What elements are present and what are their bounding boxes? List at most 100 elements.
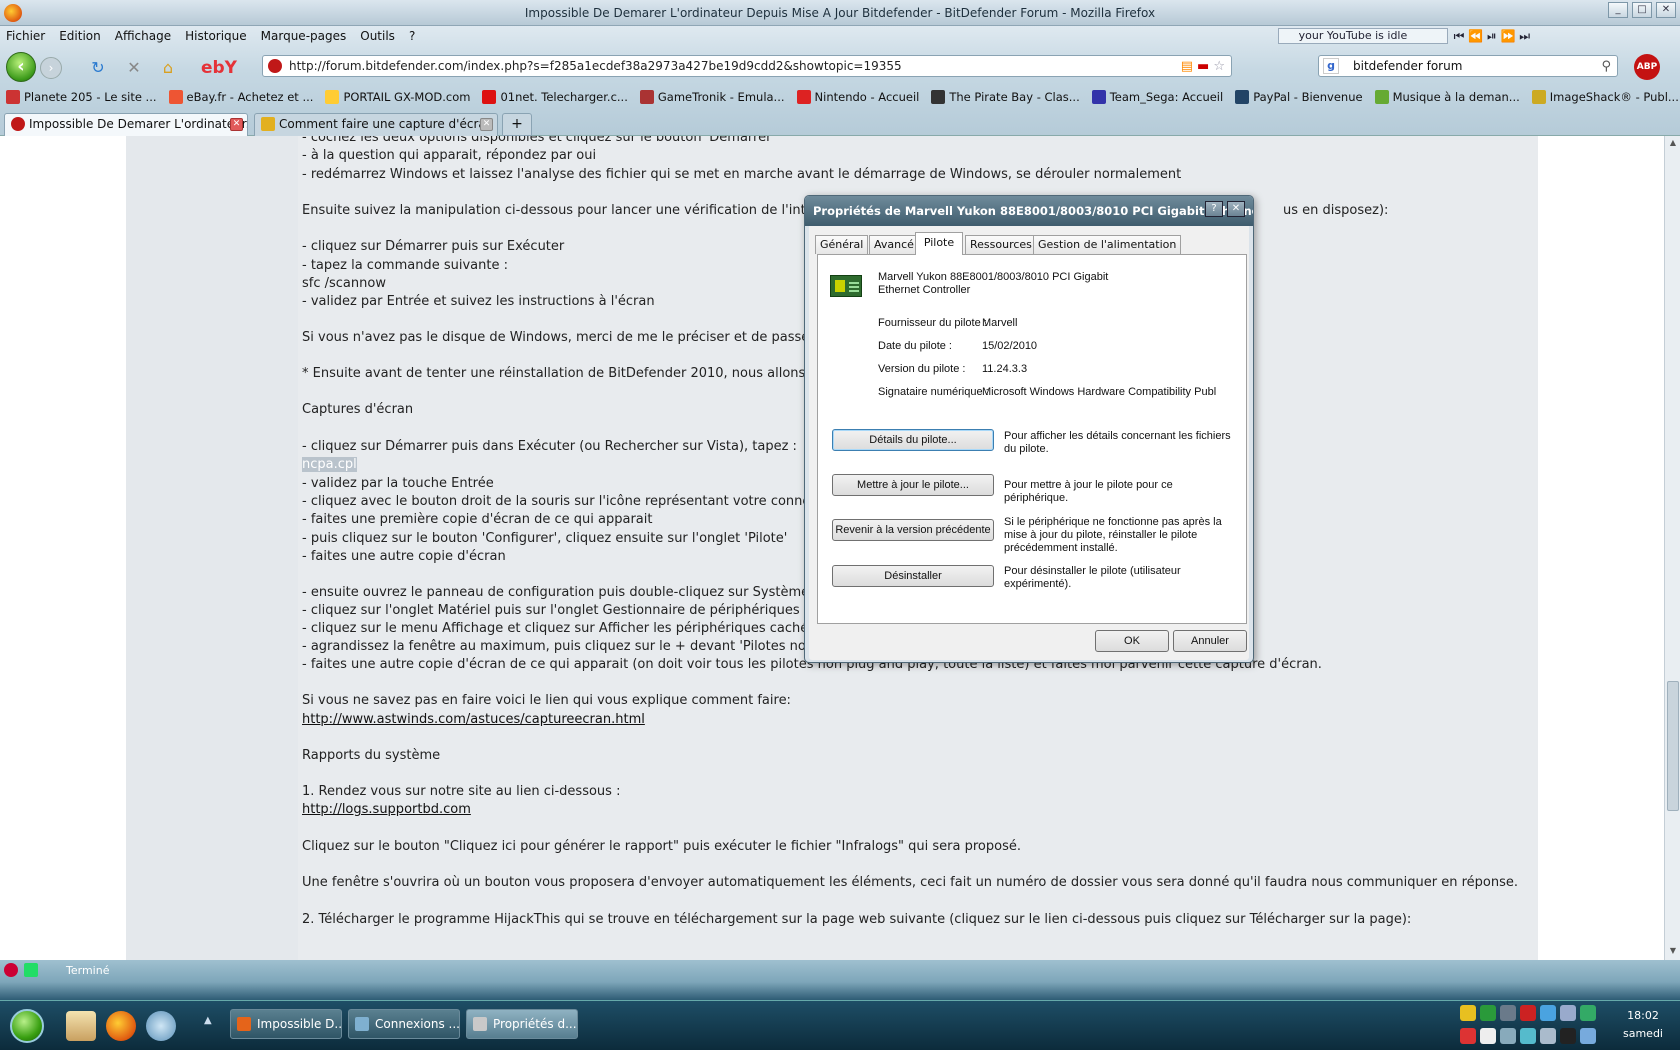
scroll-down-icon[interactable]: ▼ bbox=[1667, 946, 1679, 958]
tray-icon[interactable] bbox=[1560, 1005, 1576, 1021]
menu-marque-pages[interactable]: Marque-pages bbox=[261, 26, 347, 46]
network-card-icon bbox=[830, 275, 862, 297]
back-button[interactable]: ‹ bbox=[6, 52, 36, 82]
label-date: Date du pilote : bbox=[878, 340, 952, 352]
youtube-status[interactable]: your YouTube is idle bbox=[1277, 28, 1448, 44]
status-bar: Terminé bbox=[0, 960, 1680, 982]
tab-forum[interactable]: Impossible De Demarer L'ordinateur... ✕ bbox=[4, 113, 248, 136]
tray-icon[interactable] bbox=[1520, 1027, 1536, 1044]
home-icon[interactable]: ⌂ bbox=[158, 58, 178, 78]
vertical-scrollbar[interactable]: ▲ ▼ bbox=[1664, 136, 1680, 960]
taskbar-button[interactable]: Connexions ... bbox=[348, 1009, 460, 1039]
scroll-thumb[interactable] bbox=[1667, 681, 1679, 811]
dialog-titlebar: Propriétés de Marvell Yukon 88E8001/8003… bbox=[805, 196, 1253, 226]
tray-icon[interactable] bbox=[1480, 1005, 1496, 1021]
bookmark-favicon bbox=[1091, 90, 1106, 104]
capture-link[interactable]: http://www.astwinds.com/astuces/capturee… bbox=[302, 712, 645, 727]
minimize-button[interactable]: _ bbox=[1608, 2, 1628, 18]
search-bar[interactable]: g bitdefender forum ⚲ bbox=[1318, 55, 1618, 77]
menu-outils[interactable]: Outils bbox=[360, 26, 395, 46]
bookmark-item[interactable]: ImageShack® - Publ... bbox=[1526, 90, 1680, 104]
tray-icon[interactable] bbox=[1540, 1005, 1556, 1021]
tray-icon[interactable] bbox=[1580, 1005, 1596, 1021]
label-version: Version du pilote : bbox=[878, 363, 966, 375]
adblock-icon[interactable]: ABP bbox=[1634, 54, 1660, 80]
system-tray bbox=[1460, 1005, 1600, 1047]
google-icon[interactable]: g bbox=[1323, 58, 1339, 74]
bookmark-item[interactable]: Nintendo - Accueil bbox=[791, 90, 926, 104]
tray-icon[interactable] bbox=[1560, 1027, 1576, 1044]
tray-icon[interactable] bbox=[1480, 1027, 1496, 1044]
close-tab-icon[interactable]: ✕ bbox=[480, 118, 493, 131]
post-line: - tapez la commande suivante : bbox=[302, 258, 508, 273]
stop-icon[interactable]: ✕ bbox=[124, 58, 144, 78]
media-quicklaunch-icon[interactable] bbox=[146, 1011, 176, 1041]
bookmark-item[interactable]: eBay.fr - Achetez et ... bbox=[163, 90, 320, 104]
bookmark-favicon bbox=[931, 90, 946, 104]
bookmark-label: PORTAIL GX-MOD.com bbox=[343, 90, 471, 104]
tab-ressources[interactable]: Ressources bbox=[965, 235, 1037, 254]
start-button[interactable] bbox=[10, 1009, 44, 1043]
device-name-line2: Ethernet Controller bbox=[878, 284, 971, 296]
tab-capture[interactable]: Comment faire une capture d'écran -... ✕ bbox=[254, 113, 498, 136]
bookmark-item[interactable]: PayPal - Bienvenue bbox=[1229, 90, 1368, 104]
tab-general[interactable]: Général bbox=[815, 235, 869, 254]
close-window-button[interactable]: ✕ bbox=[1656, 2, 1676, 18]
menu-affichage[interactable]: Affichage bbox=[115, 26, 171, 46]
search-icon[interactable]: ⚲ bbox=[1601, 57, 1611, 77]
clock[interactable]: 18:02 samedi bbox=[1612, 1007, 1674, 1043]
ok-button[interactable]: OK bbox=[1095, 630, 1169, 652]
tray-icon[interactable] bbox=[1580, 1027, 1596, 1044]
tab-avance[interactable]: Avancé bbox=[869, 235, 919, 254]
menu-historique[interactable]: Historique bbox=[185, 26, 247, 46]
scroll-up-icon[interactable]: ▲ bbox=[1667, 138, 1679, 150]
post-line: - validez par la touche Entrée bbox=[302, 476, 494, 491]
logs-link[interactable]: http://logs.supportbd.com bbox=[302, 802, 471, 817]
uninstall-driver-button[interactable]: Désinstaller bbox=[832, 565, 994, 587]
new-tab-button[interactable]: + bbox=[502, 113, 532, 136]
bookmark-item[interactable]: Musique à la deman... bbox=[1369, 90, 1526, 104]
help-icon[interactable]: ? bbox=[1205, 201, 1223, 217]
driver-details-button[interactable]: Détails du pilote... bbox=[832, 429, 994, 451]
pilote-pane: Marvell Yukon 88E8001/8003/8010 PCI Giga… bbox=[817, 254, 1247, 624]
tray-icon[interactable] bbox=[1460, 1027, 1476, 1044]
bookmark-item[interactable]: GameTronik - Emula... bbox=[634, 90, 791, 104]
menu-help[interactable]: ? bbox=[409, 26, 415, 46]
taskbar-button[interactable]: Impossible D... bbox=[230, 1009, 342, 1039]
bookmark-item[interactable]: PORTAIL GX-MOD.com bbox=[319, 90, 476, 104]
command-text: ncpa.cpl bbox=[302, 457, 357, 472]
tray-icon[interactable] bbox=[1500, 1027, 1516, 1044]
bookmark-item[interactable]: Team_Sega: Accueil bbox=[1086, 90, 1229, 104]
tray-icon[interactable] bbox=[1540, 1027, 1556, 1044]
show-desktop-icon[interactable] bbox=[66, 1011, 96, 1041]
media-controls[interactable]: ⏮ ⏪ ⏯ ⏩ ⏭ bbox=[1454, 29, 1530, 44]
window-title: Impossible De Demarer L'ordinateur Depui… bbox=[524, 6, 1156, 20]
close-icon[interactable]: ✕ bbox=[1227, 201, 1245, 217]
taskbar-button[interactable]: Propriétés d... bbox=[466, 1009, 578, 1039]
rollback-driver-button[interactable]: Revenir à la version précédente bbox=[832, 519, 994, 541]
forward-button[interactable]: › bbox=[40, 57, 62, 79]
bookmark-item[interactable]: Planete 205 - Le site ... bbox=[0, 90, 163, 104]
bookmark-star-icon[interactable]: ☆ bbox=[1213, 57, 1225, 77]
address-bar[interactable]: http://forum.bitdefender.com/index.php?s… bbox=[262, 55, 1232, 77]
rss-icon[interactable]: ▤ bbox=[1181, 57, 1193, 77]
cancel-button[interactable]: Annuler bbox=[1173, 630, 1247, 652]
update-driver-button[interactable]: Mettre à jour le pilote... bbox=[832, 474, 994, 496]
ebay-icon[interactable]: ebY bbox=[194, 58, 244, 78]
tray-icon[interactable] bbox=[1500, 1005, 1516, 1021]
reload-icon[interactable]: ↻ bbox=[88, 58, 108, 78]
menu-edition[interactable]: Edition bbox=[59, 26, 101, 46]
menu-fichier[interactable]: Fichier bbox=[6, 26, 45, 46]
firefox-quicklaunch-icon[interactable] bbox=[106, 1011, 136, 1041]
tab-pilote[interactable]: Pilote bbox=[915, 232, 963, 255]
tab-gestion-alimentation[interactable]: Gestion de l'alimentation bbox=[1033, 235, 1182, 254]
tray-icon[interactable] bbox=[1460, 1005, 1476, 1021]
tray-icon[interactable] bbox=[1520, 1005, 1536, 1021]
close-tab-icon[interactable]: ✕ bbox=[230, 118, 243, 131]
value-signataire: Microsoft Windows Hardware Compatibility… bbox=[982, 386, 1217, 398]
bookmark-item[interactable]: The Pirate Bay - Clas... bbox=[925, 90, 1085, 104]
maximize-button[interactable]: □ bbox=[1632, 2, 1652, 18]
status-text: Terminé bbox=[66, 964, 110, 977]
bookmark-item[interactable]: 01net. Telecharger.c... bbox=[476, 90, 633, 104]
expand-icon[interactable]: ▲ bbox=[204, 1015, 212, 1026]
